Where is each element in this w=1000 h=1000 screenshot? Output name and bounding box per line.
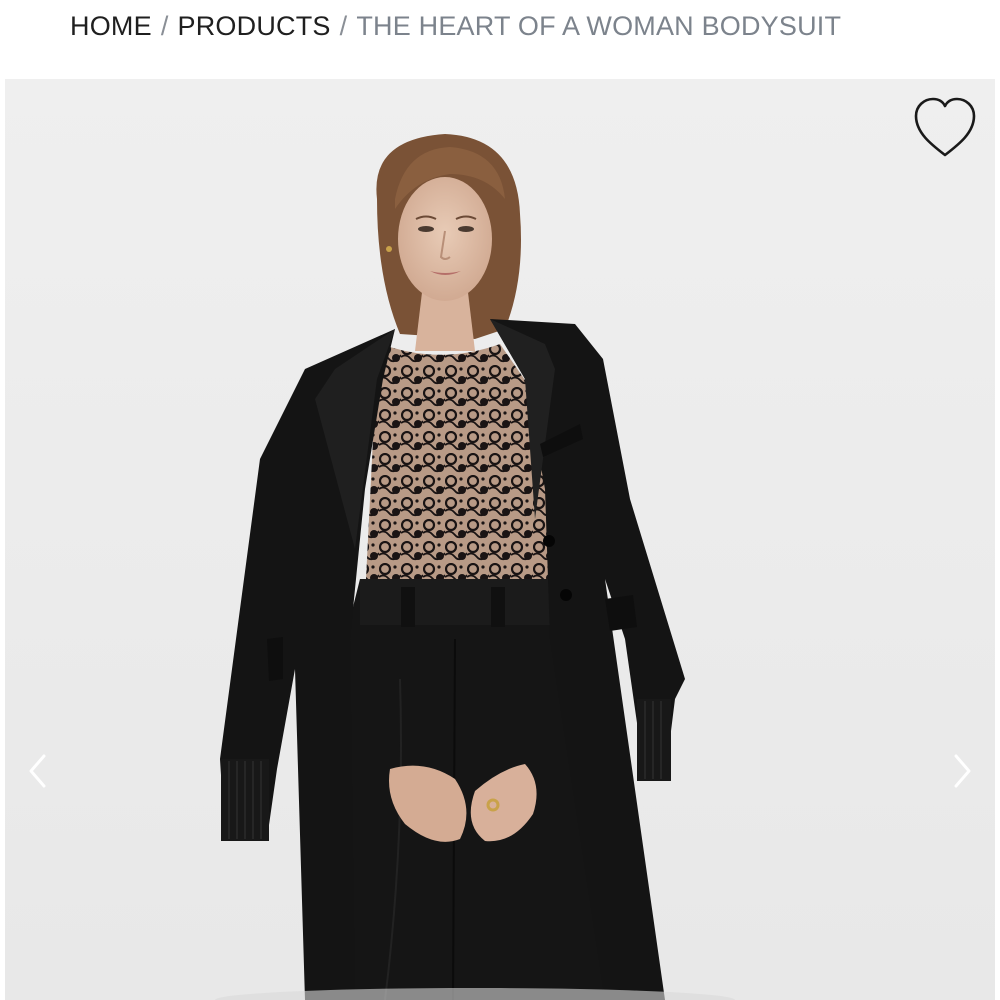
breadcrumb-products-link[interactable]: PRODUCTS — [178, 11, 331, 42]
breadcrumb-separator: / — [339, 10, 348, 41]
breadcrumb: HOME / PRODUCTS / THE HEART OF A WOMAN B… — [70, 6, 841, 46]
chevron-right-icon — [954, 754, 971, 788]
breadcrumb-separator: / — [160, 10, 169, 41]
next-image-button[interactable] — [943, 749, 983, 793]
breadcrumb-current-page: THE HEART OF A WOMAN BODYSUIT — [356, 10, 842, 41]
wishlist-button[interactable] — [911, 95, 979, 161]
breadcrumb-home-link[interactable]: HOME — [70, 11, 152, 42]
product-image-gallery[interactable] — [5, 79, 995, 1000]
chevron-left-icon — [29, 754, 46, 788]
product-image — [5, 79, 995, 1000]
heart-outline-icon — [914, 97, 976, 157]
previous-image-button[interactable] — [17, 749, 57, 793]
